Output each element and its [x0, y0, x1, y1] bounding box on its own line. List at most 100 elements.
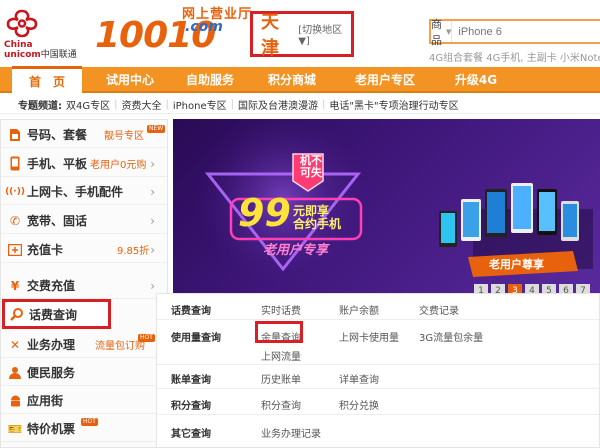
sidebar-item-bill-query[interactable]: 话费查询: [2, 299, 111, 329]
flyout-link-datacard-usage[interactable]: 上网卡使用量: [339, 329, 399, 344]
special-channel-bar: 专题频道: 双4G专区 | 资费大全 | iPhone专区 | 国际及台港澳漫游 | 电…: [0, 96, 600, 114]
nav-item-upgrade-4g[interactable]: 升级4G: [428, 66, 524, 92]
nav-item-home[interactable]: 首 页: [12, 66, 82, 94]
phone-icon: [7, 156, 23, 172]
chevron-right-icon: ›: [150, 184, 155, 199]
brand-en-top: China: [4, 40, 33, 50]
special-link-black-card[interactable]: 电话"黑卡"专项治理行动专区: [325, 97, 462, 112]
brand-en-bottom: unicom: [4, 50, 41, 60]
flyout-link-points-query[interactable]: 积分查询: [261, 397, 301, 412]
sidebar-item-label: 便民服务: [27, 366, 76, 380]
tools-icon: ✕: [9, 337, 21, 352]
region-switch-link[interactable]: [切换地区▼]: [298, 21, 351, 47]
sidebar-item-label: 上网卡、手机配件: [27, 185, 124, 199]
nav-item-points-mall[interactable]: 积分商城: [242, 66, 342, 92]
banner-price-unit-line2: 合约手机: [293, 217, 342, 231]
sidebar-item-data-cards[interactable]: ((·)) 上网卡、手机配件 ›: [1, 179, 167, 205]
nav-item-old-user[interactable]: 老用户专区: [342, 66, 428, 92]
unicom-wordmark: China unicom中国联通: [4, 40, 77, 60]
hot-badge: HOT: [138, 334, 155, 342]
android-icon: [7, 393, 23, 409]
nav-item-trial-center[interactable]: 试用中心: [82, 66, 178, 92]
flyout-link-business-record[interactable]: 业务办理记录: [261, 425, 321, 440]
flyout-row-bill: 话费查询 实时话费 账户余额 交费记录: [157, 294, 599, 320]
banner-neon-subtitle: 老用户专享: [263, 243, 329, 258]
flyout-link-realtime-bill[interactable]: 实时话费: [261, 302, 301, 317]
wifi-icon: ((·)): [5, 186, 25, 197]
sim-card-icon: [7, 127, 23, 143]
flyout-link-payment-record[interactable]: 交费记录: [419, 302, 459, 317]
special-link-iphone[interactable]: iPhone专区: [169, 97, 231, 112]
chevron-right-icon: ›: [150, 156, 155, 171]
flyout-link-points-exchange[interactable]: 积分兑换: [339, 397, 379, 412]
yen-icon: ¥: [10, 278, 20, 293]
flyout-row-points: 积分查询 积分查询 积分兑换: [157, 389, 599, 415]
sidebar-item-label: 话费查询: [29, 308, 78, 322]
special-link-tariffs[interactable]: 资费大全: [118, 97, 166, 112]
bill-query-flyout: 话费查询 实时话费 账户余额 交费记录 使用量查询 余量查询 上网卡使用量 3G…: [156, 293, 600, 448]
banner-slogan: 机不 可失: [296, 155, 326, 179]
search-category-label: 商品: [431, 17, 442, 47]
caret-down-icon: ▼: [446, 27, 452, 36]
search-hot-words[interactable]: 4G组合套餐 4G手机, 主副卡 小米Note 新: [429, 49, 600, 64]
banner-slogan-line2: 可失: [300, 166, 322, 179]
chevron-right-icon: ›: [150, 213, 155, 228]
banner-price: 99: [238, 191, 291, 235]
promo-banner[interactable]: 机不 可失 99 元即享 合约手机 老用户专享 老用户尊享: [173, 119, 600, 302]
sidebar-item-promo[interactable]: 靓号专区: [104, 127, 144, 142]
logo-hall-com: .com: [185, 19, 223, 35]
sidebar-item-broadband[interactable]: ✆ 宽带、固话 ›: [1, 208, 167, 234]
search-icon: [9, 306, 25, 322]
sidebar-item-promo[interactable]: 老用户0元购: [90, 156, 146, 171]
banner-ribbon-text: 老用户尊享: [489, 258, 544, 271]
flyout-link-3g-package-remaining[interactable]: 3G流量包余量: [419, 329, 483, 344]
flyout-link-account-balance[interactable]: 账户余额: [339, 302, 379, 317]
flyout-row-heading: 积分查询: [171, 401, 211, 412]
sidebar-item-label: 充值卡: [27, 243, 64, 257]
brand-cn-name: 中国联通: [40, 50, 77, 60]
region-city: 天津: [261, 12, 279, 59]
sidebar-item-business[interactable]: ✕ 业务办理 流量包订购 HOT: [1, 332, 167, 358]
flyout-row-heading: 其它查询: [171, 429, 211, 440]
search-category-select[interactable]: 商品 ▼: [431, 18, 453, 47]
sidebar-item-recharge-card[interactable]: 充值卡 9.85折 ›: [1, 237, 167, 263]
sidebar-item-label: 应用街: [27, 394, 64, 408]
sidebar-item-payment[interactable]: ¥ 交费充值 ›: [1, 273, 167, 299]
region-switcher[interactable]: 天津 [切换地区▼]: [250, 11, 354, 59]
special-link-dual-4g[interactable]: 双4G专区: [62, 97, 114, 112]
flyout-link-detail-query[interactable]: 详单查询: [339, 371, 379, 386]
sidebar-item-app-street[interactable]: 应用街: [1, 388, 167, 414]
new-badge: NEW: [147, 125, 166, 133]
flyout-row-statement: 账单查询 历史账单 详单查询: [157, 365, 599, 389]
category-sidebar: 号码、套餐 靓号专区 NEW 手机、平板 老用户0元购 › ((·)) 上网卡、…: [0, 119, 168, 448]
flyout-row-heading: 话费查询: [171, 306, 211, 317]
main-nav: 首 页 试用中心 自助服务 积分商城 老用户专区 升级4G: [0, 66, 600, 94]
nav-item-self-service[interactable]: 自助服务: [178, 66, 242, 92]
search-input[interactable]: [452, 21, 600, 42]
flyout-link-data-traffic[interactable]: 上网流量: [261, 348, 301, 363]
hot-badge: HOT: [81, 418, 98, 426]
flyout-link-history-bill[interactable]: 历史账单: [261, 371, 301, 386]
sidebar-item-label: 业务办理: [27, 338, 76, 352]
search-bar: 商品 ▼: [429, 18, 600, 47]
sidebar-item-label: 特价机票: [27, 422, 76, 436]
sidebar-item-phones-tablets[interactable]: 手机、平板 老用户0元购 ›: [1, 151, 167, 177]
unicom-logo[interactable]: China unicom中国联通: [0, 8, 92, 62]
sidebar-item-flights[interactable]: 🎫 特价机票 HOT: [1, 416, 167, 442]
unicom-knot-icon: [6, 9, 38, 38]
sidebar-item-numbers-plans[interactable]: 号码、套餐 靓号专区 NEW: [1, 122, 167, 148]
chevron-right-icon: ›: [150, 242, 155, 257]
sidebar-item-convenience[interactable]: 便民服务: [1, 360, 167, 386]
special-link-roaming[interactable]: 国际及台港澳漫游: [234, 97, 322, 112]
chevron-right-icon: ›: [150, 278, 155, 293]
flyout-row-heading: 使用量查询: [171, 333, 221, 344]
flyout-row-heading: 账单查询: [171, 375, 211, 386]
sidebar-item-promo[interactable]: 9.85折: [117, 242, 149, 257]
sidebar-item-label: 手机、平板: [27, 157, 88, 171]
remaining-query-highlight: [255, 321, 303, 343]
flyout-row-usage: 使用量查询 余量查询 上网卡使用量 3G流量包余量 上网流量: [157, 320, 599, 365]
telephone-icon: ✆: [9, 213, 21, 228]
banner-price-unit: 元即享 合约手机: [293, 205, 341, 231]
user-icon: [7, 365, 23, 381]
special-channel-label: 专题频道:: [18, 101, 62, 112]
